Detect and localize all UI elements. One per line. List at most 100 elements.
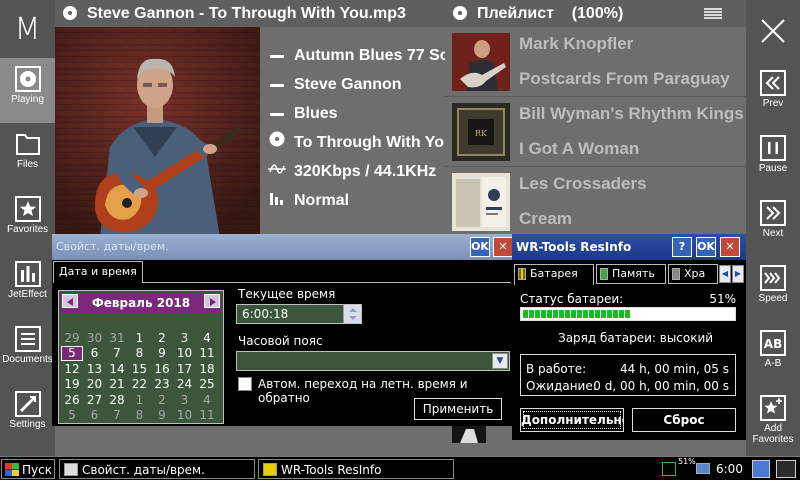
calendar-day[interactable]: 26 [61, 393, 83, 408]
track-artist: Steve Gannon [294, 76, 402, 93]
timezone-select[interactable]: ▼ [236, 351, 510, 371]
calendar-day[interactable]: 9 [151, 408, 173, 423]
tray-battery[interactable]: 51% [678, 457, 696, 477]
tab-date-time[interactable]: Дата и время [53, 261, 143, 283]
calendar-day[interactable]: 27 [84, 393, 106, 408]
reset-button[interactable]: Сброс [632, 408, 736, 432]
calendar-day[interactable]: 9 [151, 346, 173, 361]
time-value: 6:00:18 [242, 307, 289, 321]
calendar-day[interactable]: 24 [174, 377, 196, 392]
calendar-day[interactable]: 11 [196, 346, 218, 361]
calendar-day[interactable]: 20 [84, 377, 106, 392]
calendar-day[interactable]: 28 [106, 393, 128, 408]
nav-jeteffect[interactable]: JetEffect [0, 253, 55, 318]
tab-scroll-left[interactable]: ◀ [719, 265, 731, 283]
playlist-item[interactable]: Mark Knopfler Postcards From Paraguay [445, 27, 746, 97]
calendar-day[interactable]: 21 [106, 377, 128, 392]
calendar-day[interactable]: 25 [196, 377, 218, 392]
pause-button[interactable]: Pause [746, 127, 800, 192]
playlist-item[interactable]: Les Crossaders Cream [445, 167, 746, 237]
keyboard-icon[interactable] [696, 463, 710, 474]
calendar-day[interactable]: 3 [174, 331, 196, 346]
calendar-day[interactable]: 4 [196, 393, 218, 408]
now-playing-filename: Steve Gannon - To Through With You.mp3 [87, 5, 406, 22]
prev-icon [760, 70, 786, 96]
calendar-day[interactable]: 31 [106, 331, 128, 346]
calendar-day[interactable]: 30 [84, 331, 106, 346]
calendar-day[interactable]: 8 [129, 346, 151, 361]
prev-button[interactable]: Prev [746, 62, 800, 127]
calendar-day[interactable]: 5 [61, 408, 83, 423]
taskbar-task-wrtools[interactable]: WR-Tools ResInfo [258, 459, 454, 479]
calendar-day[interactable]: 22 [129, 377, 151, 392]
help-button[interactable]: ? [672, 237, 692, 257]
start-button[interactable]: Пуск [1, 459, 55, 479]
add-favorites-button[interactable]: Add Favorites [746, 387, 800, 452]
nav-files[interactable]: Files [0, 123, 55, 188]
nav-playing[interactable]: Playing [0, 58, 55, 123]
calendar-day[interactable]: 14 [106, 362, 128, 377]
speed-button[interactable]: Speed [746, 257, 800, 322]
calendar-day[interactable]: 18 [196, 362, 218, 377]
chevron-down-icon[interactable]: ▼ [492, 353, 508, 369]
calendar-day[interactable]: 12 [61, 362, 83, 377]
playlist-title: Postcards From Paraguay [519, 69, 730, 88]
calendar-day[interactable]: 1 [129, 393, 151, 408]
nav-documents[interactable]: Documents [0, 318, 55, 383]
calendar-next-button[interactable] [204, 294, 220, 308]
nav-favorites[interactable]: Favorites [0, 188, 55, 253]
calendar-day[interactable]: 8 [129, 408, 151, 423]
nav-settings[interactable]: Settings [0, 383, 55, 448]
more-button[interactable]: Дополнительно [520, 408, 624, 432]
calendar-day[interactable]: 5 [61, 346, 83, 361]
tab-storage[interactable]: Хра [668, 264, 718, 284]
app-logo[interactable]: M [0, 8, 55, 52]
calendar-day[interactable]: 10 [174, 346, 196, 361]
tab-battery[interactable]: Батарея [514, 264, 594, 285]
calendar-day[interactable]: 7 [106, 408, 128, 423]
calendar-day[interactable]: 4 [196, 331, 218, 346]
close-icon[interactable] [760, 18, 786, 44]
calendar-day[interactable]: 1 [129, 331, 151, 346]
apply-button[interactable]: Применить [414, 398, 502, 420]
close-button[interactable]: ✕ [720, 237, 740, 257]
calendar-day[interactable]: 6 [84, 408, 106, 423]
calendar-day[interactable]: 17 [174, 362, 196, 377]
calendar-day[interactable]: 6 [84, 346, 106, 361]
calendar-day[interactable]: 19 [61, 377, 83, 392]
tray-clock[interactable]: 6:00 [716, 459, 743, 479]
calendar-day[interactable]: 29 [61, 331, 83, 346]
calendar-day[interactable]: 23 [151, 377, 173, 392]
calendar-day[interactable]: 13 [84, 362, 106, 377]
ab-button[interactable]: AB A-B [746, 322, 800, 387]
calendar-prev-button[interactable] [62, 294, 78, 308]
calendar-day[interactable]: 2 [151, 393, 173, 408]
ab-glyph: AB [764, 337, 782, 351]
taskbar-task-datetime[interactable]: Свойст. даты/врем. [59, 459, 255, 479]
calendar-day[interactable]: 10 [174, 408, 196, 423]
dst-checkbox[interactable] [238, 377, 252, 391]
ok-button[interactable]: OK [470, 237, 490, 257]
calendar-day[interactable]: 2 [151, 331, 173, 346]
tab-label: Батарея [530, 267, 578, 280]
calendar-day[interactable]: 11 [196, 408, 218, 423]
next-button[interactable]: Next [746, 192, 800, 257]
datetime-app-icon [64, 463, 78, 476]
calendar-day[interactable]: 15 [129, 362, 151, 377]
calendar-day[interactable]: 7 [106, 346, 128, 361]
ok-button[interactable]: OK [696, 237, 716, 257]
menu-icon[interactable] [704, 8, 722, 19]
windows-logo-icon [5, 463, 19, 476]
close-button[interactable]: ✕ [493, 237, 513, 257]
keyboard-toggle-icon[interactable] [776, 460, 796, 478]
playlist-item[interactable]: RK Bill Wyman's Rhythm Kings I Got A Wom… [445, 97, 746, 167]
time-input[interactable]: 6:00:18 [236, 304, 362, 324]
tab-memory[interactable]: Память [596, 264, 666, 284]
dialog-titlebar: Свойст. даты/врем. [52, 234, 512, 260]
tab-scroll-right[interactable]: ▶ [732, 265, 744, 283]
calendar-day[interactable]: 3 [174, 393, 196, 408]
calendar-day[interactable]: 16 [151, 362, 173, 377]
time-spinner[interactable] [343, 305, 361, 323]
desktop-icon[interactable] [752, 460, 770, 478]
network-icon[interactable] [662, 462, 676, 476]
